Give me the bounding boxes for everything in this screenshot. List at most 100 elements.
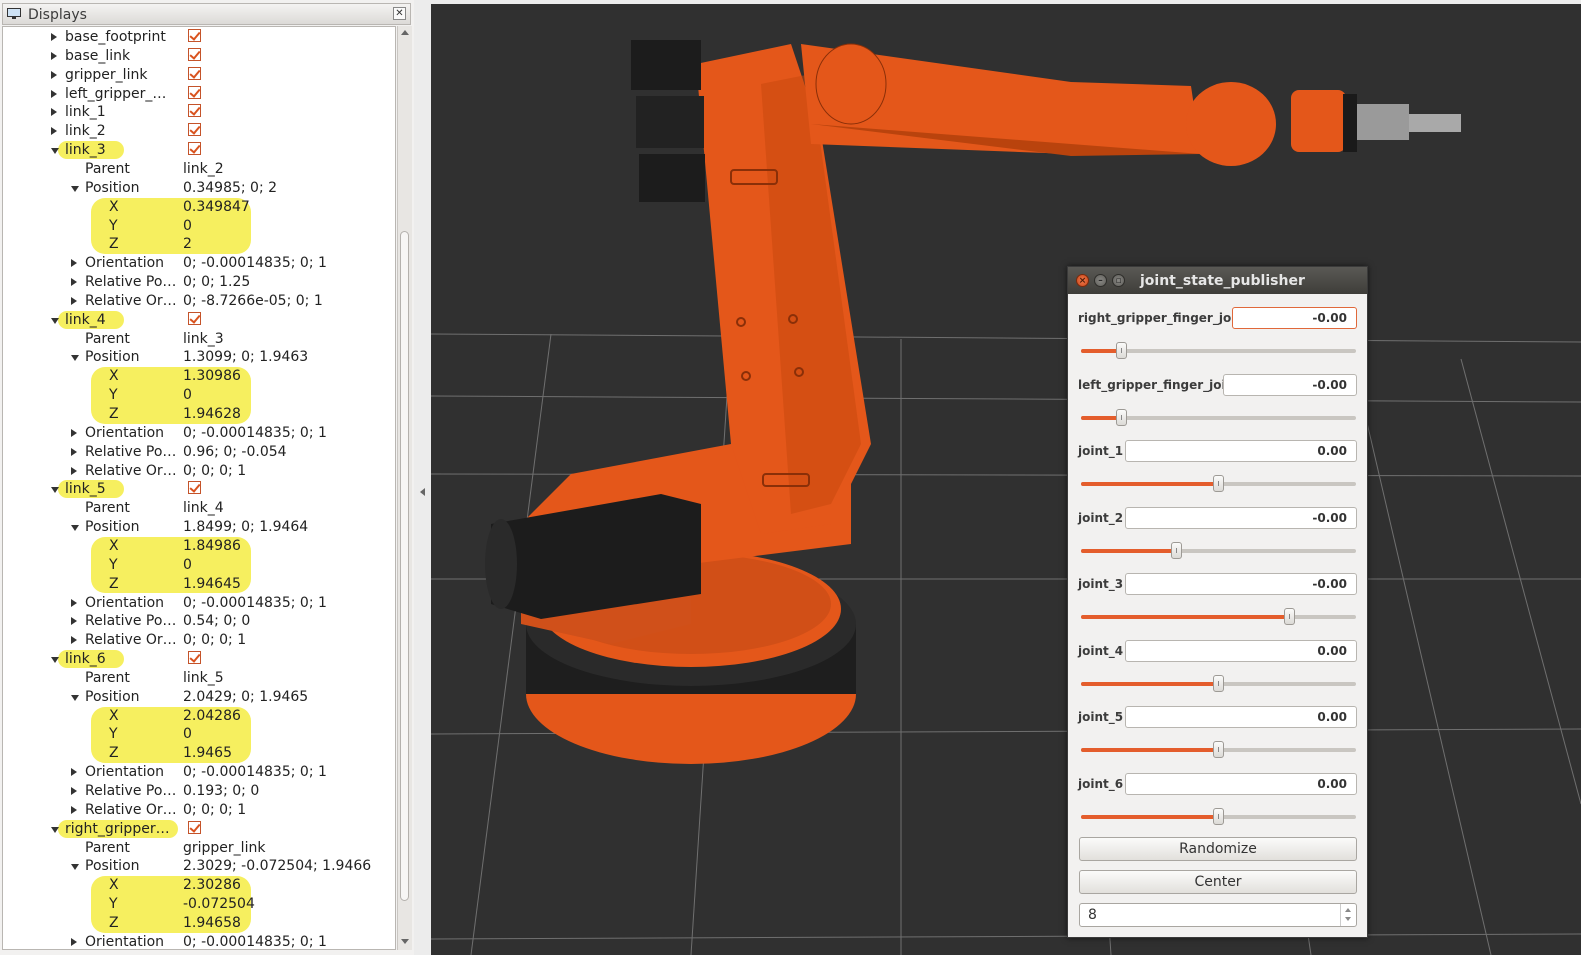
tree-coordinate-row[interactable]: X 1.30986 bbox=[3, 367, 395, 386]
window-maximize-icon[interactable]: ▫ bbox=[1112, 274, 1125, 287]
collapsed-arrow-icon[interactable] bbox=[71, 805, 77, 814]
collapsed-arrow-icon[interactable] bbox=[51, 89, 57, 98]
tree-scrollbar[interactable] bbox=[397, 26, 412, 950]
window-minimize-icon[interactable]: – bbox=[1094, 274, 1107, 287]
collapsed-arrow-icon[interactable] bbox=[71, 598, 77, 607]
collapsed-arrow-icon[interactable] bbox=[71, 617, 77, 626]
collapsed-arrow-icon[interactable] bbox=[51, 51, 57, 60]
randomize-button[interactable]: Randomize bbox=[1079, 837, 1357, 861]
joint-value-field[interactable]: 0.00 bbox=[1125, 640, 1357, 662]
tree-item[interactable]: gripper_link bbox=[3, 66, 395, 85]
tree-coordinate-row[interactable]: X 2.04286 bbox=[3, 707, 395, 726]
visibility-checkbox[interactable] bbox=[188, 29, 201, 42]
tree-coordinate-row[interactable]: Z 1.94645 bbox=[3, 575, 395, 594]
joint-slider[interactable] bbox=[1081, 675, 1356, 692]
visibility-checkbox[interactable] bbox=[188, 85, 201, 99]
tree-item[interactable]: right_gripper… bbox=[3, 819, 395, 839]
tree-item[interactable]: link_5 bbox=[3, 480, 395, 499]
tree-property-row[interactable]: Position 0.34985; 0; 2 bbox=[3, 179, 395, 198]
tree-item[interactable]: link_3 bbox=[3, 141, 395, 160]
slider-handle[interactable] bbox=[1116, 409, 1128, 426]
tree-property-row[interactable]: Orientation 0; -0.00014835; 0; 1 bbox=[3, 424, 395, 443]
tree-coordinate-row[interactable]: Z 1.94628 bbox=[3, 405, 395, 424]
tree-property-row[interactable]: Parent gripper_link bbox=[3, 839, 395, 858]
window-close-icon[interactable]: × bbox=[1076, 274, 1089, 287]
tree-item[interactable]: link_4 bbox=[3, 310, 395, 330]
expanded-arrow-icon[interactable] bbox=[71, 185, 79, 192]
tree-property-row[interactable]: Position 2.3029; -0.072504; 1.9466 bbox=[3, 857, 395, 876]
tree-item[interactable]: link_6 bbox=[3, 650, 395, 669]
slider-handle[interactable] bbox=[1284, 608, 1295, 625]
tree-property-row[interactable]: Position 2.0429; 0; 1.9465 bbox=[3, 688, 395, 707]
tree-property-row[interactable]: Parent link_3 bbox=[3, 330, 395, 349]
center-button[interactable]: Center bbox=[1079, 870, 1357, 894]
joint-slider[interactable] bbox=[1081, 475, 1356, 492]
collapsed-arrow-icon[interactable] bbox=[71, 937, 77, 946]
slider-handle[interactable] bbox=[1212, 675, 1224, 692]
tree-property-row[interactable]: Orientation 0; -0.00014835; 0; 1 bbox=[3, 254, 395, 273]
tree-coordinate-row[interactable]: Z2 bbox=[3, 235, 395, 254]
tree-property-row[interactable]: Relative Or… 0; 0; 0; 1 bbox=[3, 631, 395, 650]
joint-value-field[interactable]: 0.00 bbox=[1125, 706, 1357, 728]
slider-handle[interactable] bbox=[1212, 475, 1224, 492]
joint-value-field[interactable]: -0.00 bbox=[1125, 573, 1357, 595]
tree-item[interactable]: base_footprint bbox=[3, 28, 395, 47]
joint-slider[interactable] bbox=[1081, 542, 1356, 559]
tree-coordinate-row[interactable]: Y0 bbox=[3, 556, 395, 575]
collapsed-arrow-icon[interactable] bbox=[71, 447, 77, 456]
joint-value-field[interactable]: -0.00 bbox=[1223, 374, 1357, 396]
joint-slider[interactable] bbox=[1081, 608, 1356, 625]
tree-coordinate-row[interactable]: Y -0.072504 bbox=[3, 895, 395, 914]
joint-value-field[interactable]: -0.00 bbox=[1232, 307, 1357, 329]
expanded-arrow-icon[interactable] bbox=[71, 864, 79, 871]
collapsed-arrow-icon[interactable] bbox=[71, 636, 77, 645]
tree-property-row[interactable]: Orientation 0; -0.00014835; 0; 1 bbox=[3, 933, 395, 949]
tree-property-row[interactable]: Relative Po… 0.96; 0; -0.054 bbox=[3, 443, 395, 462]
collapsed-arrow-icon[interactable] bbox=[71, 259, 77, 268]
tree-property-row[interactable]: Parent link_4 bbox=[3, 499, 395, 518]
joint-slider[interactable] bbox=[1081, 808, 1356, 825]
tree-property-row[interactable]: Position 1.3099; 0; 1.9463 bbox=[3, 348, 395, 367]
tree-property-row[interactable]: Relative Or… 0; -8.7266e-05; 0; 1 bbox=[3, 292, 395, 311]
joint-value-field[interactable]: 0.00 bbox=[1125, 773, 1357, 795]
tree-property-row[interactable]: Relative Or… 0; 0; 0; 1 bbox=[3, 801, 395, 820]
visibility-checkbox[interactable] bbox=[188, 123, 201, 137]
collapsed-arrow-icon[interactable] bbox=[71, 787, 77, 795]
tree-coordinate-row[interactable]: Y0 bbox=[3, 725, 395, 744]
tree-item[interactable]: base_link bbox=[3, 47, 395, 66]
expanded-arrow-icon[interactable] bbox=[71, 525, 79, 532]
tree-coordinate-row[interactable]: Z 1.94658 bbox=[3, 914, 395, 933]
joint-slider[interactable] bbox=[1081, 409, 1356, 426]
tree-property-row[interactable]: Relative Po… 0.193; 0; 0 bbox=[3, 782, 395, 801]
visibility-checkbox[interactable] bbox=[188, 311, 201, 325]
expanded-arrow-icon[interactable] bbox=[51, 317, 59, 324]
render-viewport[interactable]: × – ▫ joint_state_publisher right_grippe… bbox=[431, 4, 1581, 955]
joint-value-field[interactable]: 0.00 bbox=[1125, 440, 1357, 462]
expanded-arrow-icon[interactable] bbox=[51, 826, 59, 833]
slider-handle[interactable] bbox=[1212, 808, 1224, 825]
tree-item[interactable]: left_gripper_… bbox=[3, 85, 395, 104]
tree-coordinate-row[interactable]: Y0 bbox=[3, 217, 395, 236]
expanded-arrow-icon[interactable] bbox=[71, 355, 79, 362]
joint-slider[interactable] bbox=[1081, 741, 1356, 758]
collapsed-arrow-icon[interactable] bbox=[51, 33, 57, 41]
tree-coordinate-row[interactable]: Z 1.9465 bbox=[3, 744, 395, 763]
panel-splitter[interactable] bbox=[414, 0, 431, 955]
visibility-checkbox[interactable] bbox=[188, 651, 201, 665]
display-tree[interactable]: base_footprint base_link gripper_link left_… bbox=[2, 26, 396, 950]
tree-coordinate-row[interactable]: X 0.349847 bbox=[3, 198, 395, 217]
collapsed-arrow-icon[interactable] bbox=[71, 428, 77, 437]
count-spinbox[interactable]: 8 bbox=[1079, 903, 1357, 927]
scroll-up-icon[interactable] bbox=[401, 30, 409, 35]
expanded-arrow-icon[interactable] bbox=[51, 148, 59, 155]
tree-property-row[interactable]: Orientation 0; -0.00014835; 0; 1 bbox=[3, 594, 395, 613]
tree-property-row[interactable]: Relative Po… 0.54; 0; 0 bbox=[3, 612, 395, 631]
visibility-checkbox[interactable] bbox=[188, 820, 201, 834]
expanded-arrow-icon[interactable] bbox=[51, 487, 59, 494]
close-icon[interactable]: ✕ bbox=[393, 7, 406, 20]
scroll-down-icon[interactable] bbox=[401, 939, 409, 944]
visibility-checkbox[interactable] bbox=[188, 66, 201, 80]
tree-item[interactable]: link_2 bbox=[3, 122, 395, 141]
collapsed-arrow-icon[interactable] bbox=[51, 70, 57, 79]
tree-property-row[interactable]: Orientation 0; -0.00014835; 0; 1 bbox=[3, 763, 395, 782]
